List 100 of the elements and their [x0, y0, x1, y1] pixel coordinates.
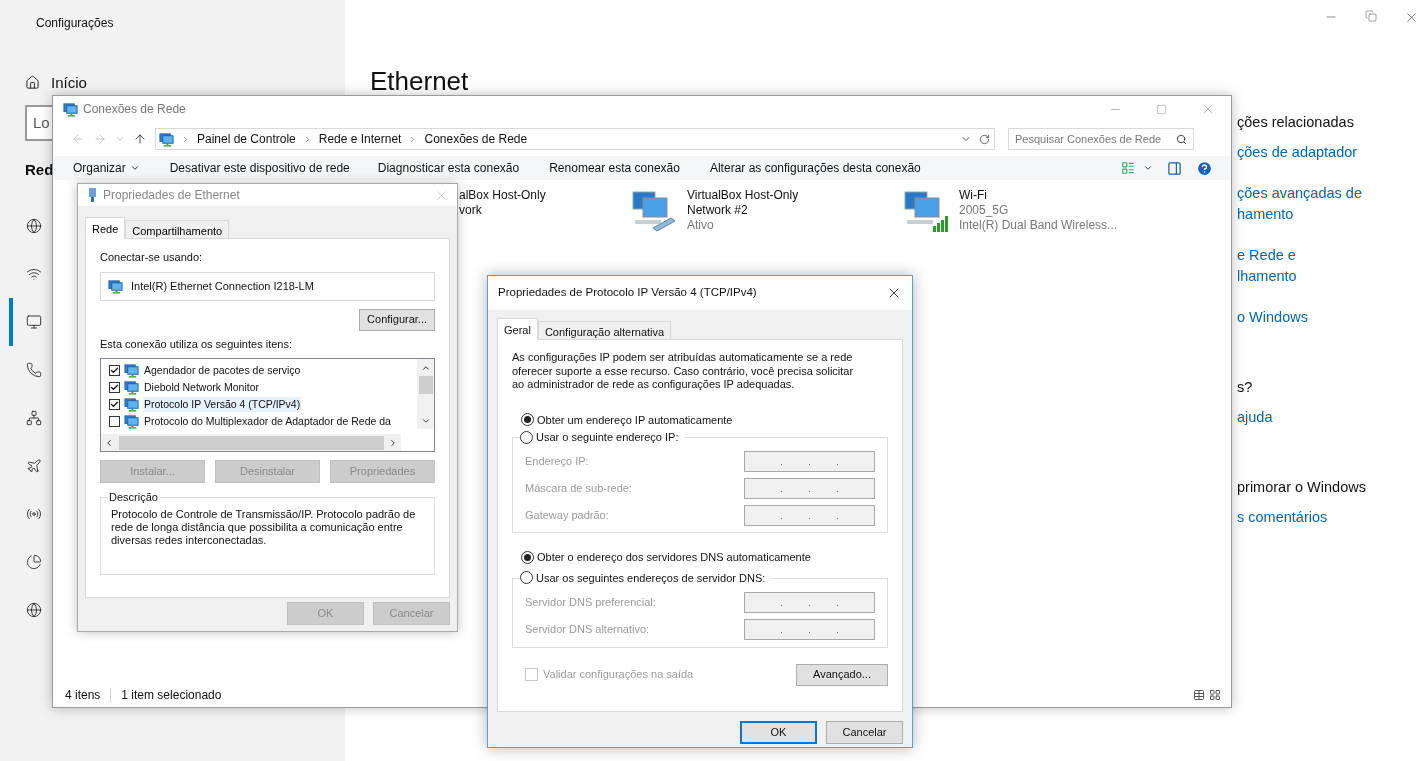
maximize-icon[interactable] [1156, 103, 1167, 115]
chevron-down-icon[interactable] [115, 134, 125, 144]
breadcrumb-item[interactable]: Conexões de Rede [424, 130, 528, 148]
network-service-icon [124, 414, 139, 429]
adapter-field: Intel(R) Ethernet Connection I218-LM [100, 271, 435, 301]
field-label: Máscara de sub-rede: [525, 481, 632, 497]
breadcrumb-item[interactable]: Rede e Internet [318, 130, 402, 148]
list-item[interactable]: Diebold Network Monitor [143, 379, 260, 396]
toolbar-button[interactable]: Alterar as configurações desta conexão [709, 159, 921, 177]
checkbox[interactable] [109, 399, 120, 410]
scroll-down-icon[interactable] [420, 416, 431, 426]
restore-icon[interactable] [1365, 10, 1377, 22]
wireless-network-icon [903, 188, 951, 234]
radio-button[interactable] [520, 430, 533, 444]
vertical-scrollbar[interactable] [417, 359, 434, 429]
tiles-view-icon[interactable] [1209, 689, 1221, 701]
advanced-button[interactable]: Avançado... [796, 663, 888, 686]
network-folder-icon [63, 101, 78, 117]
forward-icon[interactable] [93, 132, 107, 146]
caret-icon [129, 163, 140, 173]
refresh-icon[interactable] [979, 133, 990, 145]
help-icon[interactable] [1196, 159, 1213, 177]
related-heading: ções relacionadas [1237, 113, 1355, 132]
network-service-icon [124, 380, 139, 395]
search-icon [1176, 133, 1187, 145]
connection-item[interactable]: alBox Host-Only vork [459, 188, 631, 234]
scroll-right-icon[interactable] [388, 437, 398, 448]
connection-item[interactable]: VirtualBox Host-Only Network #2 Ativo [631, 188, 903, 234]
related-heading: primorar o Windows [1237, 478, 1366, 497]
back-icon[interactable] [71, 132, 85, 146]
window-title: Configurações [36, 15, 115, 32]
list-item[interactable]: Protocolo do Multiplexador de Adaptador de Rede da [143, 413, 392, 430]
related-link[interactable]: ções de adaptador [1237, 142, 1366, 163]
checkbox[interactable] [109, 416, 120, 427]
home-link[interactable]: Início [25, 74, 87, 91]
ip-address-field[interactable] [744, 478, 875, 499]
caret-icon[interactable] [1143, 163, 1153, 173]
view-icon[interactable] [1121, 161, 1135, 175]
configure-button[interactable]: Configurar... [359, 308, 435, 331]
scroll-thumb[interactable] [418, 376, 433, 394]
dialog-button[interactable]: OK [740, 721, 817, 744]
radio-label: Usar os seguintes endereços de servidor DNS: [536, 570, 766, 586]
related-heading: s? [1237, 378, 1254, 397]
toolbar-button[interactable]: Diagnosticar esta conexão [377, 159, 520, 177]
search-field[interactable]: Pesquisar Conexões de Rede [1008, 128, 1194, 150]
preview-pane-icon[interactable] [1167, 160, 1182, 176]
list-item[interactable]: Protocolo IP Versão 4 (TCP/IPv4) [143, 396, 302, 413]
toolbar-button[interactable]: Organizar [73, 159, 140, 177]
checkbox[interactable] [109, 365, 120, 376]
connection-name: VirtualBox Host-Only [687, 188, 799, 203]
globe-icon [26, 217, 42, 234]
related-link[interactable]: ções avançadas de hamento [1237, 183, 1366, 225]
radio-label: Obter um endereço IP automaticamente [537, 412, 733, 428]
related-link[interactable]: s comentários [1237, 507, 1366, 528]
ip-address-field[interactable] [744, 591, 875, 613]
checkbox[interactable] [109, 382, 120, 393]
list-item[interactable]: Agendador de pacotes de serviço [143, 362, 302, 379]
connection-item[interactable]: Wi-Fi 2005_5G Intel(R) Dual Band Wireless... [903, 188, 1175, 234]
scroll-up-icon[interactable] [420, 363, 431, 373]
ip-address-field[interactable] [744, 618, 875, 640]
monitor-icon [26, 313, 42, 330]
globe-icon [26, 601, 42, 618]
address-bar[interactable]: Painel de Controle Rede e Internet Conexões de Rede [155, 128, 995, 150]
breadcrumb-item[interactable]: Painel de Controle [197, 130, 296, 148]
toolbar-button[interactable]: Renomear esta conexão [549, 159, 680, 177]
network-folder-icon [159, 131, 174, 147]
scroll-left-icon[interactable] [104, 437, 114, 448]
tab[interactable]: Rede [85, 217, 126, 239]
dialog-button[interactable]: Cancelar [826, 721, 903, 744]
radio-label: Usar o seguinte endereço IP: [536, 430, 679, 445]
item-count: 4 itens [65, 687, 101, 704]
radio-button[interactable] [520, 571, 533, 585]
field-label: Endereço IP: [525, 454, 589, 470]
chevron-right-icon [181, 134, 190, 144]
connection-status: Ativo [687, 218, 715, 233]
window-title: Propriedades de Ethernet [103, 187, 240, 204]
network-service-icon [124, 363, 139, 378]
radio-button[interactable] [521, 550, 534, 564]
up-icon[interactable] [133, 132, 147, 146]
network-adapter-icon [108, 278, 123, 294]
horizontal-scrollbar[interactable] [101, 434, 401, 451]
details-view-icon[interactable] [1193, 689, 1205, 701]
airplane-icon [26, 457, 42, 474]
field-label: Gateway padrão: [525, 508, 609, 524]
ip-address-field[interactable] [744, 505, 875, 526]
connection-name: Wi-Fi [959, 188, 988, 203]
related-link[interactable]: o Windows [1237, 307, 1366, 328]
related-link[interactable]: e Rede e lhamento [1237, 245, 1366, 287]
section-heading: Red [25, 160, 54, 180]
toolbar-button[interactable]: Desativar este dispositivo de rede [169, 159, 350, 177]
radio-button[interactable] [521, 413, 534, 427]
tab[interactable]: Geral [497, 318, 538, 340]
description-text: Protocolo de Controle de Transmissão/IP. Protocolo padrão de rede de longa distância que possibilita a comunicação entre diversas redes interconectadas. [111, 508, 417, 547]
scroll-thumb[interactable] [119, 435, 384, 450]
related-link[interactable]: ajuda [1237, 407, 1366, 428]
ip-address-field[interactable] [744, 451, 875, 472]
phone-icon [26, 361, 42, 378]
field-label: Conectar-se usando: [100, 250, 204, 265]
connection-name: Network #2 [687, 203, 749, 218]
search-field[interactable]: Lo [25, 105, 52, 141]
